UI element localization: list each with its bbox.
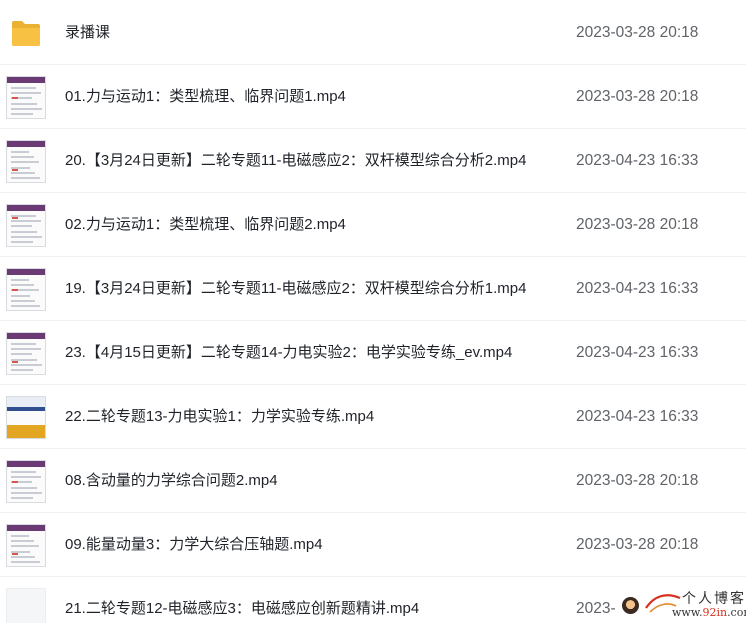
video-thumbnail-icon xyxy=(6,268,46,311)
file-row[interactable]: 09.能量动量3：力学大综合压轴题.mp4 2023-03-28 20:18 xyxy=(0,513,746,577)
file-row[interactable]: 23.【4月15日更新】二轮专题14-力电实验2：电学实验专练_ev.mp4 20… xyxy=(0,321,746,385)
folder-icon xyxy=(12,21,40,46)
modified-time: 2023-04-23 16:33 xyxy=(576,408,699,425)
file-name[interactable]: 19.【3月24日更新】二轮专题11-电磁感应2：双杆模型综合分析1.mp4 xyxy=(65,257,526,321)
video-thumbnail-icon xyxy=(6,460,46,503)
video-thumbnail-icon xyxy=(6,140,46,183)
file-name[interactable]: 08.含动量的力学综合问题2.mp4 xyxy=(65,449,278,513)
watermark-title: 个人博客 xyxy=(682,591,746,607)
watermark: 个人博客 www.92in.com xyxy=(620,584,746,623)
file-name[interactable]: 21.二轮专题12-电磁感应3：电磁感应创新题精讲.mp4 xyxy=(65,577,419,623)
video-thumbnail-icon xyxy=(6,76,46,119)
file-row[interactable]: 19.【3月24日更新】二轮专题11-电磁感应2：双杆模型综合分析1.mp4 20… xyxy=(0,257,746,321)
file-row[interactable]: 01.力与运动1：类型梳理、临界问题1.mp4 2023-03-28 20:18 xyxy=(0,65,746,129)
file-row[interactable]: 20.【3月24日更新】二轮专题11-电磁感应2：双杆模型综合分析2.mp4 20… xyxy=(0,129,746,193)
video-thumbnail-icon xyxy=(6,204,46,247)
video-thumbnail-icon xyxy=(6,524,46,567)
file-name[interactable]: 01.力与运动1：类型梳理、临界问题1.mp4 xyxy=(65,65,346,129)
modified-time: 2023-03-28 20:18 xyxy=(576,88,699,105)
file-name[interactable]: 23.【4月15日更新】二轮专题14-力电实验2：电学实验专练_ev.mp4 xyxy=(65,321,512,385)
modified-time: 2023-04-23 16:33 xyxy=(576,152,699,169)
file-row[interactable]: 22.二轮专题13-力电实验1：力学实验专练.mp4 2023-04-23 16:… xyxy=(0,385,746,449)
file-name[interactable]: 02.力与运动1：类型梳理、临界问题2.mp4 xyxy=(65,193,346,257)
modified-time: 2023-04-23 16:33 xyxy=(576,344,699,361)
avatar-icon xyxy=(622,597,639,614)
file-name[interactable]: 录播课 xyxy=(65,1,110,65)
file-name[interactable]: 20.【3月24日更新】二轮专题11-电磁感应2：双杆模型综合分析2.mp4 xyxy=(65,129,526,193)
file-list: 录播课 2023-03-28 20:18 01.力与运动1：类型梳理、临界问题1.m… xyxy=(0,0,746,623)
video-thumbnail-icon xyxy=(6,588,46,623)
file-row[interactable]: 02.力与运动1：类型梳理、临界问题2.mp4 2023-03-28 20:18 xyxy=(0,193,746,257)
video-thumbnail-icon xyxy=(6,332,46,375)
modified-time: 2023-03-28 20:18 xyxy=(576,216,699,233)
file-name[interactable]: 22.二轮专题13-力电实验1：力学实验专练.mp4 xyxy=(65,385,374,449)
modified-time: 2023-03-28 20:18 xyxy=(576,472,699,489)
file-name[interactable]: 09.能量动量3：力学大综合压轴题.mp4 xyxy=(65,513,323,577)
modified-time: 2023-04-23 16:33 xyxy=(576,280,699,297)
file-row[interactable]: 08.含动量的力学综合问题2.mp4 2023-03-28 20:18 xyxy=(0,449,746,513)
video-thumbnail-icon xyxy=(6,396,46,439)
folder-row[interactable]: 录播课 2023-03-28 20:18 xyxy=(0,1,746,65)
modified-time: 2023- xyxy=(576,600,616,617)
modified-time: 2023-03-28 20:18 xyxy=(576,24,699,41)
modified-time: 2023-03-28 20:18 xyxy=(576,536,699,553)
watermark-url: www.92in.com xyxy=(672,606,746,619)
